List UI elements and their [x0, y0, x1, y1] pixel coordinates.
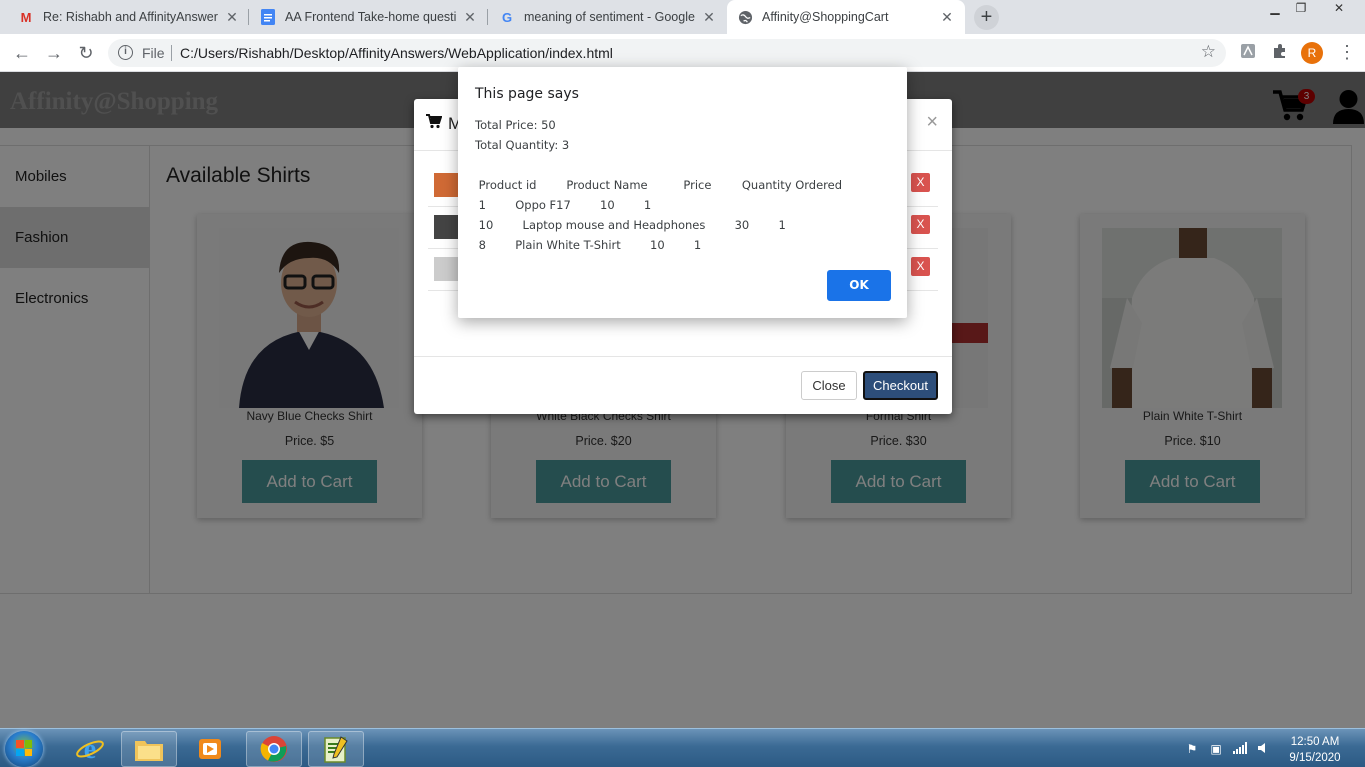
- omnibox[interactable]: i File C:/Users/Rishabh/Desktop/Affinity…: [108, 39, 1226, 67]
- alert-line: 1 Oppo F17 10 1: [475, 198, 652, 212]
- alert-title: This page says: [475, 86, 579, 102]
- modal-footer: Close Checkout: [414, 356, 952, 414]
- url-text[interactable]: C:/Users/Rishabh/Desktop/AffinityAnswers…: [180, 45, 613, 61]
- start-button[interactable]: [5, 731, 43, 767]
- network-signal-icon[interactable]: [1233, 742, 1247, 756]
- clock-time: 12:50 AM: [1290, 736, 1340, 748]
- media-player-icon[interactable]: [182, 731, 238, 767]
- cart-icon: [426, 114, 443, 134]
- globe-icon: [737, 9, 753, 25]
- scheme-label: File: [142, 45, 165, 61]
- alert-line: 10 Laptop mouse and Headphones 30 1: [475, 218, 786, 232]
- tab-title: AA Frontend Take-home questio: [285, 10, 456, 24]
- close-button[interactable]: Close: [801, 371, 857, 400]
- chrome-icon[interactable]: [246, 731, 302, 767]
- tab-affinity-shoppingcart[interactable]: Affinity@ShoppingCart ✕: [727, 0, 965, 34]
- action-center-flag-icon[interactable]: ⚑: [1185, 742, 1199, 756]
- cart-item-thumbnail: [434, 215, 458, 239]
- browser-tab-strip: M Re: Rishabh and AffinityAnswers ✕ AA F…: [0, 0, 1365, 34]
- profile-avatar[interactable]: R: [1301, 42, 1323, 64]
- tab-gmail[interactable]: M Re: Rishabh and AffinityAnswers ✕: [8, 0, 250, 34]
- windows-logo-icon: [16, 740, 32, 756]
- alert-line: Product id Product Name Price Quantity O…: [475, 178, 843, 192]
- alert-message: Total Price: 50 Total Quantity: 3 Produc…: [475, 115, 842, 255]
- close-icon[interactable]: ✕: [224, 9, 240, 26]
- ok-button[interactable]: OK: [827, 270, 891, 301]
- checkout-button[interactable]: Checkout: [863, 371, 938, 400]
- tab-title: Affinity@ShoppingCart: [762, 10, 889, 24]
- alert-dialog: This page says Total Price: 50 Total Qua…: [458, 67, 907, 318]
- tab-google-search[interactable]: G meaning of sentiment - Google S ✕: [489, 0, 727, 34]
- gmail-icon: M: [20, 9, 32, 25]
- cart-item-thumbnail: [434, 257, 458, 281]
- cart-item-thumbnail: [434, 173, 458, 197]
- menu-dots-icon[interactable]: ⋮: [1338, 42, 1356, 62]
- clock-date: 9/15/2020: [1289, 752, 1341, 764]
- forward-icon[interactable]: →: [43, 42, 65, 64]
- close-icon[interactable]: ✕: [462, 9, 478, 26]
- bookmark-star-icon[interactable]: ☆: [1201, 42, 1216, 62]
- remove-item-button[interactable]: X: [911, 215, 930, 234]
- window-close-icon[interactable]: ✕: [1324, 0, 1354, 18]
- file-explorer-icon[interactable]: [121, 731, 177, 767]
- modal-close-icon[interactable]: ×: [926, 111, 938, 134]
- restore-icon[interactable]: ❐: [1288, 0, 1314, 18]
- svg-text:e: e: [84, 734, 96, 764]
- alert-line: Total Price: 50: [475, 118, 556, 132]
- tab-google-docs[interactable]: AA Frontend Take-home questio ✕: [250, 0, 488, 34]
- tab-title: Re: Rishabh and AffinityAnswers: [43, 10, 218, 24]
- remove-item-button[interactable]: X: [911, 257, 930, 276]
- pdf-extension-icon[interactable]: [1238, 43, 1258, 63]
- new-tab-button[interactable]: +: [974, 5, 999, 30]
- close-icon[interactable]: ✕: [701, 9, 717, 26]
- close-icon[interactable]: ✕: [939, 9, 955, 26]
- system-clock[interactable]: 12:50 AM 9/15/2020: [1278, 734, 1352, 766]
- google-icon: G: [501, 9, 513, 25]
- extensions-puzzle-icon[interactable]: [1270, 43, 1290, 63]
- code-editor-icon[interactable]: [308, 731, 364, 767]
- google-docs-icon: [260, 9, 276, 25]
- remove-item-button[interactable]: X: [911, 173, 930, 192]
- internet-explorer-icon[interactable]: e: [62, 731, 118, 767]
- alert-line: Total Quantity: 3: [475, 138, 570, 152]
- removable-device-icon[interactable]: ▣: [1209, 742, 1223, 756]
- minimize-icon[interactable]: ▁: [1262, 0, 1288, 18]
- tab-title: meaning of sentiment - Google S: [524, 10, 695, 24]
- alert-line: 8 Plain White T-Shirt 10 1: [475, 238, 702, 252]
- volume-speaker-icon[interactable]: [1257, 742, 1271, 756]
- alert-line: [475, 155, 842, 175]
- reload-icon[interactable]: ↻: [75, 42, 97, 64]
- info-icon[interactable]: i: [118, 45, 133, 60]
- back-icon[interactable]: ←: [11, 42, 33, 64]
- windows-taskbar: e ⚑ ▣ 12:50 AM 9/15/2020: [0, 728, 1365, 767]
- modal-title: M: [426, 114, 462, 134]
